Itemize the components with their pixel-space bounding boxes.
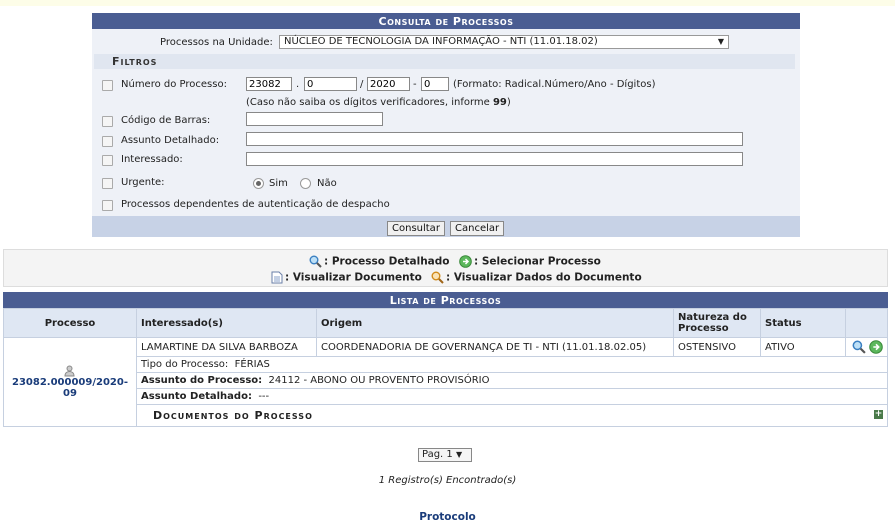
legend: : Processo Detalhado : Selecionar Proces… [3, 249, 888, 287]
col-interessado: Interessado(s) [136, 308, 317, 338]
select-arrow-icon[interactable] [869, 340, 883, 354]
dot-separator: . [296, 79, 300, 90]
numero-numero-input[interactable] [304, 77, 357, 91]
chevron-down-icon: ▼ [455, 450, 463, 459]
interessado-label: Interessado: [121, 154, 183, 165]
assunto-row: Assunto do Processo: 24112 - ABONO OU PR… [4, 372, 888, 389]
interessado-checkbox[interactable] [102, 155, 113, 166]
unit-label: Processos na Unidade: [160, 37, 273, 48]
tipo-row: Tipo do Processo: FÉRIAS [4, 356, 888, 373]
filters-title: Filtros [94, 54, 795, 69]
numero-note: (Caso não saiba os dígitos verificadores… [246, 97, 511, 108]
documentos-cell: Documentos do Processo + [136, 404, 888, 427]
protocolo-link[interactable]: Protocolo [0, 511, 895, 523]
list-title: Lista de Processos [3, 292, 888, 308]
assunto-input[interactable] [246, 132, 743, 146]
slash-separator: / [360, 79, 364, 90]
natureza-cell: OSTENSIVO [673, 337, 761, 357]
codigo-checkbox[interactable] [102, 116, 113, 127]
legend-visualizar-dados: : Visualizar Dados do Documento [431, 271, 642, 284]
cancelar-button[interactable]: Cancelar [450, 221, 505, 236]
col-origem: Origem [316, 308, 674, 338]
origem-cell: COORDENADORIA DE GOVERNANÇA DE TI - NTI … [316, 337, 674, 357]
detalhado-row: Assunto Detalhado: --- [4, 388, 888, 405]
magnifier-doc-icon [431, 271, 444, 284]
col-processo: Processo [3, 308, 137, 338]
processo-link[interactable]: 23082.000009/2020-09 [12, 377, 128, 399]
top-strip [0, 0, 895, 6]
magnifier-icon [309, 255, 322, 268]
detalhado-cell: Assunto Detalhado: --- [136, 388, 888, 405]
select-arrow-icon [459, 255, 472, 268]
processo-cell: 23082.000009/2020-09 [3, 337, 137, 427]
table-row: 23082.000009/2020-09 LAMARTINE DA SILVA … [3, 337, 888, 427]
legend-detalhado: : Processo Detalhado [309, 255, 450, 268]
nao-radio[interactable] [300, 178, 311, 189]
actions-cell [845, 337, 888, 357]
codigo-label: Código de Barras: [121, 115, 211, 126]
nao-label: Não [317, 178, 337, 189]
person-icon [63, 365, 75, 377]
dash-separator: - [413, 79, 417, 90]
panel-footer: Consultar Cancelar [92, 216, 800, 237]
tipo-cell: Tipo do Processo: FÉRIAS [136, 356, 888, 373]
interessado-input[interactable] [246, 152, 743, 166]
col-actions [845, 308, 888, 338]
unit-select[interactable]: NÚCLEO DE TECNOLOGIA DA INFORMAÇÃO - NTI… [279, 35, 729, 49]
expand-icon[interactable]: + [874, 410, 883, 419]
col-natureza: Natureza do Processo [673, 308, 761, 338]
search-panel: Consulta de Processos Processos na Unida… [92, 13, 800, 237]
consultar-button[interactable]: Consultar [387, 221, 445, 236]
interessado-cell: LAMARTINE DA SILVA BARBOZA [136, 337, 317, 357]
chevron-down-icon: ▼ [717, 37, 724, 46]
numero-digitos-input[interactable] [421, 77, 449, 91]
unit-select-value: NÚCLEO DE TECNOLOGIA DA INFORMAÇÃO - NTI… [284, 36, 598, 47]
dependentes-checkbox[interactable] [102, 200, 113, 211]
documentos-title: Documentos do Processo [153, 409, 313, 422]
urgente-label: Urgente: [121, 177, 165, 188]
sim-radio[interactable] [253, 178, 264, 189]
process-list: Lista de Processos Processo Interessado(… [3, 292, 888, 427]
records-found: 1 Registro(s) Encontrado(s) [378, 475, 517, 486]
numero-radical-input[interactable] [246, 77, 292, 91]
page-select[interactable]: Pag. 1 ▼ [418, 448, 472, 462]
assunto-cell: Assunto do Processo: 24112 - ABONO OU PR… [136, 372, 888, 389]
status-cell: ATIVO [760, 337, 846, 357]
panel-title: Consulta de Processos [92, 13, 800, 29]
process-table: Processo Interessado(s) Origem Natureza … [3, 308, 888, 427]
assunto-label: Assunto Detalhado: [121, 135, 220, 146]
table-header-row: Processo Interessado(s) Origem Natureza … [3, 308, 888, 338]
numero-ano-input[interactable] [367, 77, 410, 91]
numero-checkbox[interactable] [102, 80, 113, 91]
legend-visualizar-doc: : Visualizar Documento [271, 271, 422, 284]
magnifier-icon[interactable] [852, 340, 866, 354]
numero-label: Número do Processo: [121, 79, 227, 90]
sim-label: Sim [269, 178, 288, 189]
dependentes-label: Processos dependentes de autenticação de… [121, 199, 390, 210]
numero-hint: (Formato: Radical.Número/Ano - Dígitos) [453, 79, 656, 90]
document-icon [271, 271, 283, 284]
legend-selecionar: : Selecionar Processo [459, 255, 601, 268]
documentos-row: Documentos do Processo + [4, 404, 888, 427]
assunto-checkbox[interactable] [102, 136, 113, 147]
codigo-barras-input[interactable] [246, 112, 383, 126]
col-status: Status [760, 308, 846, 338]
urgente-checkbox[interactable] [102, 178, 113, 189]
